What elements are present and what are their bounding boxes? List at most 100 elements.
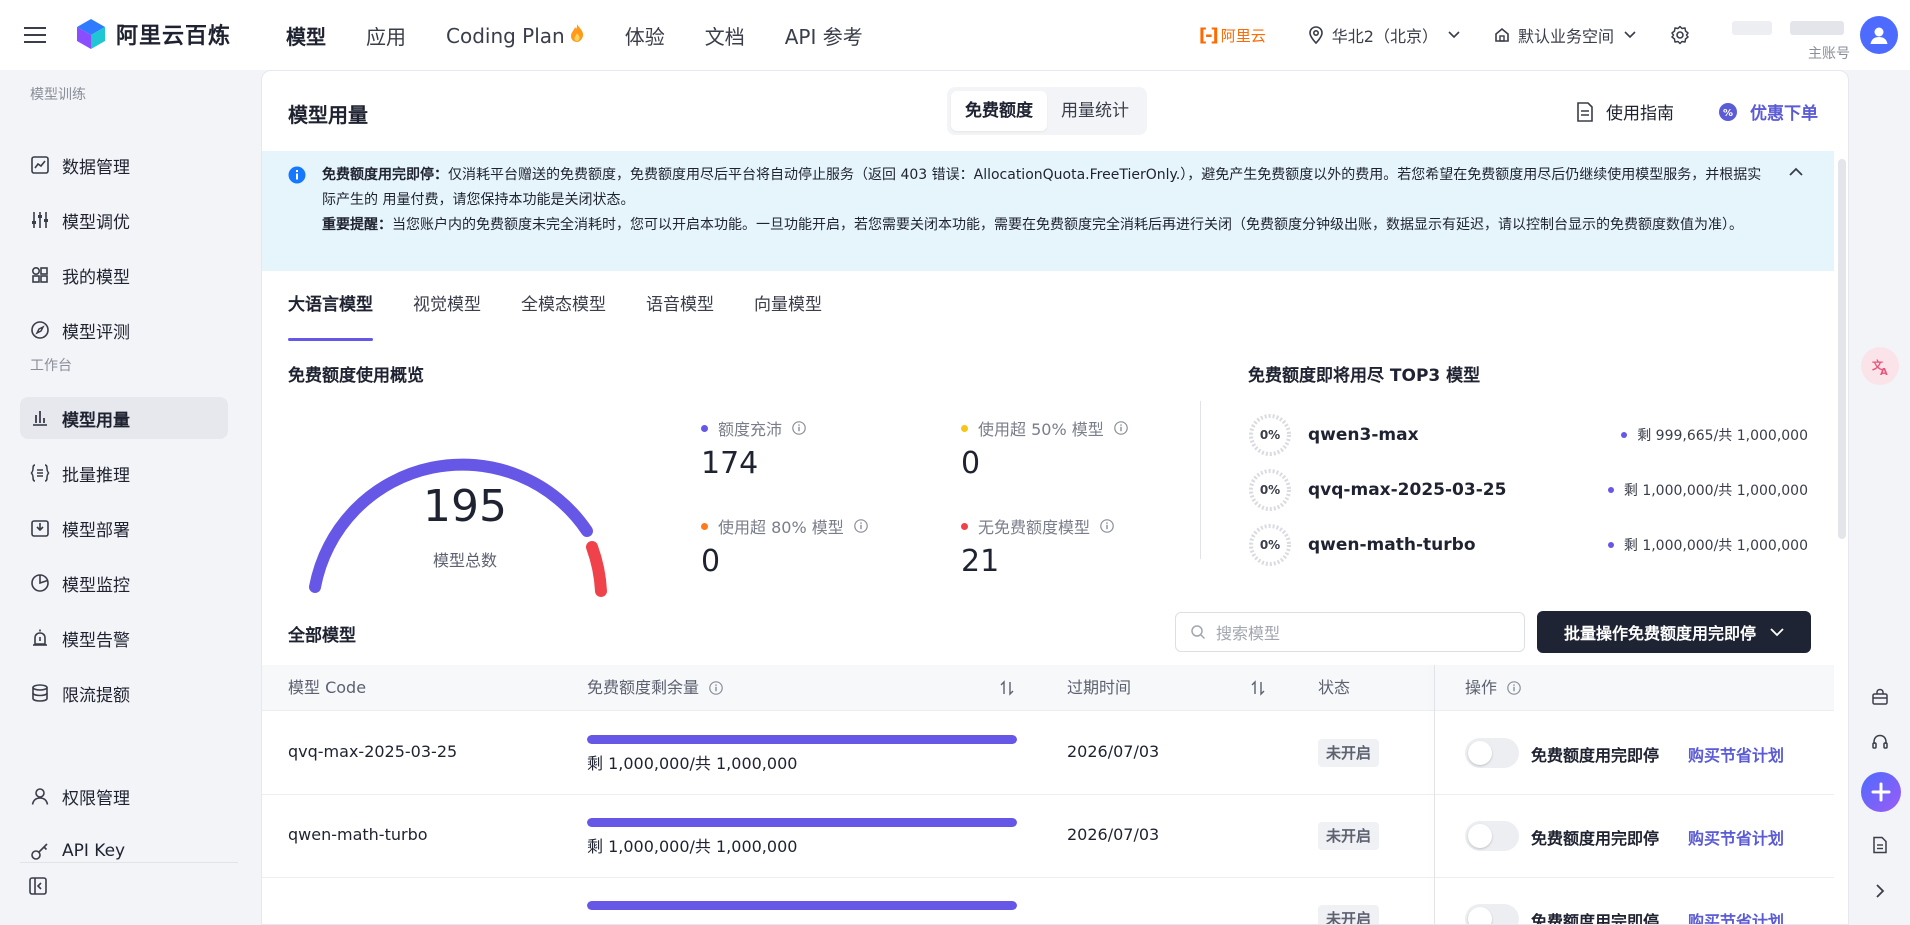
workspace-icon [1495, 27, 1509, 42]
tab-audio[interactable]: 语音模型 [646, 285, 714, 341]
nav-docs[interactable]: 文档 [705, 21, 745, 50]
page-title: 模型用量 [288, 103, 368, 127]
segment-free-quota[interactable]: 免费额度 [951, 91, 1047, 131]
search-input[interactable]: 搜索模型 [1175, 612, 1525, 652]
sidebar-item-model-tuning[interactable]: 模型调优 [20, 199, 228, 241]
document-icon[interactable] [1865, 830, 1895, 860]
tab-llm[interactable]: 大语言模型 [288, 285, 373, 341]
top-bar: 阿里云百炼 模型 应用 Coding Plan 体验 文档 API 参考 [-]… [0, 0, 1910, 70]
aliyun-logo-icon: [-] [1198, 24, 1219, 46]
sidebar-item-my-models[interactable]: 我的模型 [20, 254, 228, 296]
collapse-sidebar-icon[interactable] [28, 876, 48, 896]
avatar[interactable] [1860, 16, 1898, 54]
segment-usage-stats[interactable]: 用量统计 [1047, 91, 1143, 131]
key-icon [31, 843, 48, 860]
sidebar-item-batch-inference[interactable]: 批量推理 [20, 452, 228, 494]
gauge-arc-no-quota [586, 541, 607, 597]
top3-title: 免费额度即将用尽 TOP3 模型 [1248, 366, 1481, 386]
sidebar-item-permissions[interactable]: 权限管理 [20, 775, 228, 817]
batch-operation-button[interactable]: 批量操作免费额度用完即停 [1537, 611, 1811, 653]
sidebar-item-label: 模型告警 [62, 630, 130, 651]
list-brackets-icon [30, 464, 50, 482]
sidebar-divider [20, 862, 238, 863]
free-quota-stop-toggle[interactable] [1465, 904, 1519, 924]
sidebar: 模型训练 数据管理 模型调优 我的模型 模型评测 工作台 模型用量 批量推理 模… [0, 70, 244, 925]
sidebar-item-api-key[interactable]: API Key [20, 830, 228, 872]
chevron-right-icon[interactable] [1865, 876, 1895, 906]
nav-model[interactable]: 模型 [286, 21, 326, 50]
discount-order-link[interactable]: % 优惠下单 [1718, 99, 1818, 124]
sort-icon[interactable] [999, 680, 1015, 696]
sidebar-item-model-usage[interactable]: 模型用量 [20, 397, 228, 439]
expire-date: 2026/07/03 [1067, 742, 1160, 761]
gear-icon[interactable] [1670, 25, 1690, 45]
buy-savings-plan-link[interactable]: 购买节省计划 [1688, 825, 1784, 849]
quota-progress-bar [587, 735, 1017, 744]
toggle-label: 免费额度用完即停 [1531, 829, 1660, 848]
nav-api-reference[interactable]: API 参考 [785, 21, 863, 50]
svg-text:A: A [1880, 367, 1888, 377]
usage-ring: 0% [1248, 413, 1292, 457]
buy-savings-plan-link[interactable]: 购买节省计划 [1688, 742, 1784, 766]
column-header-status: 状态 [1318, 665, 1350, 711]
brand-logo[interactable]: 阿里云百炼 [76, 18, 231, 50]
sidebar-section-training: 模型训练 [30, 87, 86, 103]
compass-icon [31, 321, 49, 339]
top3-item[interactable]: 0% qwen-math-turbo 剩 1,000,000/共 1,000,0… [1248, 521, 1808, 569]
sidebar-item-model-monitor[interactable]: 模型监控 [20, 562, 228, 604]
usage-guide-link[interactable]: 使用指南 [1576, 99, 1674, 124]
sidebar-item-label: 我的模型 [62, 267, 130, 288]
column-label: 状态 [1318, 678, 1351, 697]
info-icon[interactable] [792, 421, 806, 435]
main-nav: 模型 应用 Coding Plan 体验 文档 API 参考 [286, 0, 903, 70]
stat-over-80: 使用超 80% 模型 0 [701, 514, 868, 579]
free-quota-stop-toggle[interactable] [1465, 738, 1519, 768]
sidebar-item-label: 模型部署 [62, 520, 130, 541]
nav-experience[interactable]: 体验 [625, 21, 665, 50]
sidebar-item-rate-limit[interactable]: 限流提额 [20, 672, 228, 714]
headset-icon[interactable] [1865, 727, 1895, 757]
tab-vision[interactable]: 视觉模型 [413, 285, 481, 341]
workspace-selector[interactable]: 默认业务空间 [1494, 23, 1636, 47]
nav-apps[interactable]: 应用 [366, 21, 406, 50]
sort-icon[interactable] [1250, 680, 1266, 696]
brand-name: 阿里云百炼 [116, 24, 232, 49]
translate-icon[interactable]: 文A [1861, 347, 1899, 385]
sidebar-item-label: 数据管理 [62, 157, 130, 178]
model-type-tabs: 大语言模型 视觉模型 全模态模型 语音模型 向量模型 [288, 285, 862, 341]
sidebar-item-model-deploy[interactable]: 模型部署 [20, 507, 228, 549]
aliyun-link[interactable]: [-] 阿里云 [1199, 25, 1266, 46]
nav-coding-plan[interactable]: Coding Plan [446, 23, 585, 48]
tab-embedding[interactable]: 向量模型 [754, 285, 822, 341]
column-label: 过期时间 [1067, 678, 1132, 697]
region-selector[interactable]: 华北2（北京） [1308, 23, 1460, 47]
document-icon [1577, 101, 1593, 122]
menu-icon[interactable] [22, 23, 48, 47]
sidebar-item-label: 限流提额 [62, 685, 130, 706]
sliders-icon [32, 212, 48, 228]
sidebar-item-model-alert[interactable]: 模型告警 [20, 617, 228, 659]
buy-savings-plan-link[interactable]: 购买节省计划 [1688, 908, 1784, 924]
info-icon[interactable] [1113, 421, 1128, 435]
sidebar-section-workbench: 工作台 [30, 358, 72, 374]
column-header-remaining: 免费额度剩余量 [587, 665, 723, 711]
top3-item[interactable]: 0% qvq-max-2025-03-25 剩 1,000,000/共 1,00… [1248, 466, 1808, 514]
scrollbar[interactable] [1838, 159, 1846, 539]
shopping-bag-icon[interactable] [1865, 682, 1895, 712]
sidebar-item-data-management[interactable]: 数据管理 [20, 144, 228, 186]
top3-item[interactable]: 0% qwen3-max 剩 999,665/共 1,000,000 [1248, 411, 1808, 459]
pie-chart-icon [31, 574, 49, 592]
toggle-label: 免费额度用完即停 [1531, 912, 1660, 925]
sidebar-item-model-eval[interactable]: 模型评测 [20, 309, 228, 351]
plus-icon[interactable] [1861, 772, 1901, 812]
tab-omni[interactable]: 全模态模型 [521, 285, 606, 341]
info-icon[interactable] [1507, 681, 1521, 695]
chevron-up-icon[interactable] [1788, 167, 1804, 177]
sidebar-item-label: 模型调优 [62, 212, 130, 233]
info-icon[interactable] [709, 681, 723, 695]
info-icon[interactable] [853, 519, 868, 533]
account-info[interactable]: 主账号 [1720, 5, 1850, 65]
status-dot [1607, 542, 1614, 548]
info-icon[interactable] [1100, 519, 1114, 533]
free-quota-stop-toggle[interactable] [1465, 821, 1519, 851]
